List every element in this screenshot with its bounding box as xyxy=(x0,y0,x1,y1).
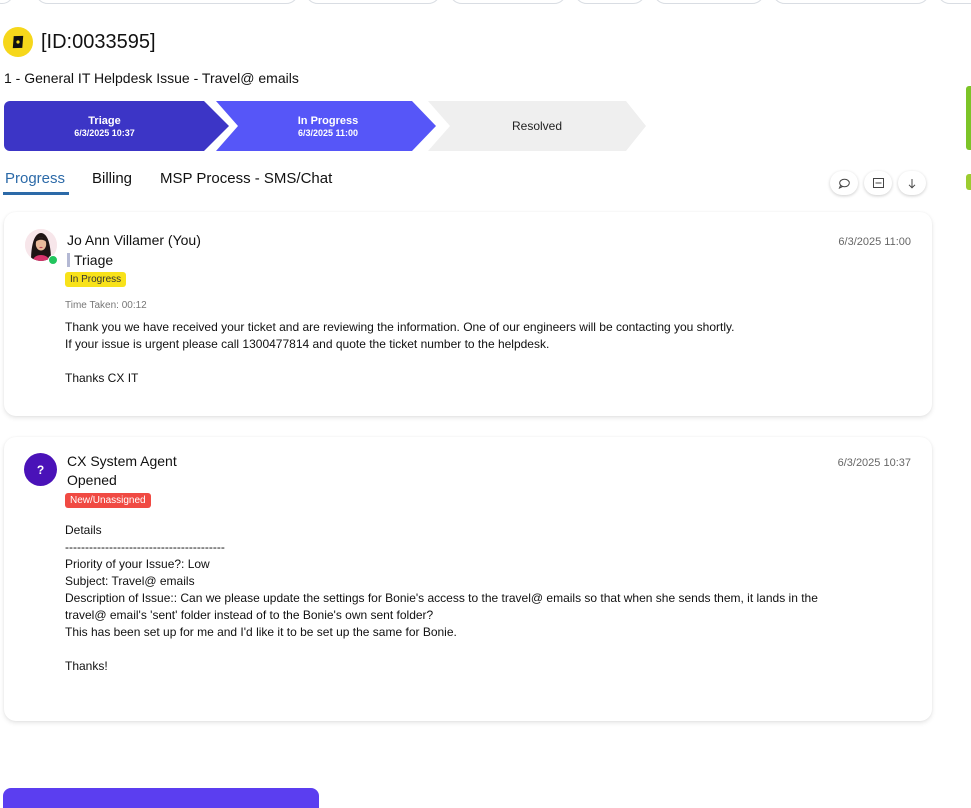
stage-date: 6/3/2025 11:00 xyxy=(297,127,359,138)
stage-triage[interactable]: Triage 6/3/2025 10:37 xyxy=(4,101,229,151)
stage-in-progress[interactable]: In Progress 6/3/2025 11:00 xyxy=(216,101,436,151)
comment-icon xyxy=(838,178,850,189)
entry-author: CX System Agent xyxy=(67,453,177,469)
tab-billing[interactable]: Billing xyxy=(92,170,132,187)
ticket-title: 1 - General IT Helpdesk Issue - Travel@ … xyxy=(4,70,299,86)
entry-status-text: Opened xyxy=(67,472,117,488)
arrow-down-icon xyxy=(908,178,916,189)
note-icon xyxy=(872,178,884,188)
tab-label: Billing xyxy=(92,170,133,187)
entry-body: Thank you we have received your ticket a… xyxy=(65,320,735,385)
toolbar-pill[interactable] xyxy=(772,0,930,4)
tab-active-underline xyxy=(3,192,69,195)
avatar: ? xyxy=(24,453,57,486)
toolbar-pill[interactable] xyxy=(35,0,299,4)
entry-status-text: Triage xyxy=(74,252,114,268)
tab-msp-process[interactable]: MSP Process - SMS/Chat xyxy=(160,170,332,187)
stage-label: Triage xyxy=(88,114,121,127)
status-badge: In Progress xyxy=(65,272,127,287)
status-bar xyxy=(67,253,70,267)
top-toolbar xyxy=(0,0,971,4)
entry-timestamp: 6/3/2025 11:00 xyxy=(838,236,911,248)
tab-label: Progress xyxy=(5,170,66,187)
online-status-dot xyxy=(48,255,58,265)
right-edge-indicator xyxy=(966,86,971,150)
stage-label: Resolved xyxy=(511,119,563,133)
right-edge-indicator xyxy=(966,174,971,190)
timeline-entry: Jo Ann Villamer (You) Triage In Progress… xyxy=(4,212,932,416)
ticket-icon xyxy=(3,27,33,57)
entry-status: Triage xyxy=(67,252,113,268)
status-badge: New/Unassigned xyxy=(65,493,151,508)
bottom-action-button[interactable] xyxy=(3,788,319,808)
tab-label: MSP Process - SMS/Chat xyxy=(160,170,333,187)
comment-button[interactable] xyxy=(830,171,858,195)
entry-author: Jo Ann Villamer (You) xyxy=(67,232,201,248)
stage-date: 6/3/2025 10:37 xyxy=(74,127,135,138)
toolbar-pill[interactable] xyxy=(937,0,971,4)
toolbar-pill[interactable] xyxy=(653,0,765,4)
toolbar-pill[interactable] xyxy=(449,0,567,4)
toolbar-pill[interactable] xyxy=(305,0,441,4)
status-stepper: Triage 6/3/2025 10:37 In Progress 6/3/20… xyxy=(4,101,649,151)
tab-progress[interactable]: Progress xyxy=(3,170,69,195)
time-taken: Time Taken: 00:12 xyxy=(65,300,147,311)
download-button[interactable] xyxy=(898,171,926,195)
note-button[interactable] xyxy=(864,171,892,195)
entry-timestamp: 6/3/2025 10:37 xyxy=(837,457,911,469)
toolbar-pill[interactable] xyxy=(574,0,646,4)
stage-label: In Progress xyxy=(297,114,359,127)
stage-resolved[interactable]: Resolved xyxy=(428,101,646,151)
timeline-entry: ? CX System Agent Opened New/Unassigned … xyxy=(4,437,932,721)
entry-status: Opened xyxy=(67,472,117,488)
entry-body: Details --------------------------------… xyxy=(65,523,818,673)
toolbar-pill[interactable] xyxy=(0,0,14,4)
ticket-id: [ID:0033595] xyxy=(41,31,156,53)
